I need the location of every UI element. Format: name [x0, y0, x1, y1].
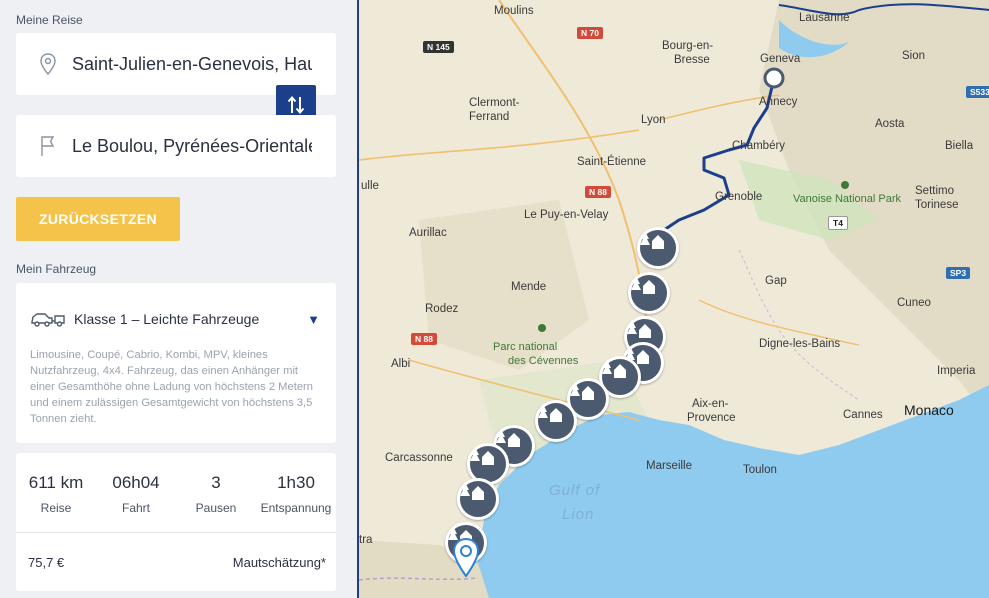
- stats-row: 611 km Reise 06h04 Fahrt 3 Pausen 1h30 Entsp…: [16, 453, 336, 533]
- city-label: Saint-Étienne: [577, 156, 647, 168]
- rest-stop-marker[interactable]: [637, 227, 679, 269]
- campsite-icon: [470, 447, 494, 465]
- city-label: Aurillac: [409, 227, 447, 239]
- reset-button[interactable]: ZURÜCKSETZEN: [16, 197, 180, 241]
- campsite-icon: [570, 382, 594, 400]
- park-label: Parc national: [493, 341, 558, 353]
- campsite-icon: [538, 404, 562, 422]
- vehicle-card: Klasse 1 – Leichte Fahrzeuge ▼ Limousine…: [16, 283, 336, 443]
- city-label: Cannes: [843, 409, 883, 421]
- stat-breaks: 3 Pausen: [176, 453, 256, 532]
- swap-arrows-icon: [287, 95, 305, 115]
- sea-label: Lion: [562, 506, 595, 523]
- flag-icon: [41, 136, 55, 156]
- city-label: Gap: [765, 275, 787, 287]
- stat-relaxation: 1h30 Entspannung: [256, 453, 336, 532]
- road-sign: S533: [966, 86, 989, 98]
- city-label: Provence: [687, 412, 736, 424]
- toll-label: Mautschätzung*: [232, 555, 326, 570]
- road-sign: N 145: [423, 41, 454, 53]
- chevron-down-icon: ▼: [307, 311, 320, 327]
- city-label: Sion: [902, 50, 926, 62]
- road-sign: SP3: [946, 267, 971, 279]
- road-sign: N 88: [411, 333, 437, 345]
- park-label: des Cévennes: [508, 355, 579, 367]
- sea-label: Gulf of: [549, 482, 601, 499]
- stat-label: Reise: [40, 501, 72, 515]
- toll-value: 75,7 €: [28, 555, 65, 570]
- rest-stop-marker[interactable]: [535, 400, 577, 442]
- map-base: [359, 0, 989, 598]
- city-label: Carcassonne: [385, 452, 453, 464]
- rest-stop-marker[interactable]: [457, 478, 499, 520]
- road-sign: N 88: [585, 186, 611, 198]
- city-label: Rodez: [425, 303, 459, 315]
- rest-stop-marker[interactable]: [628, 272, 670, 314]
- stat-value: 06h04: [112, 473, 160, 492]
- start-location-value: Saint-Julien-en-Genevois, Haute-Savoie: [72, 53, 312, 74]
- city-label: tra: [359, 534, 373, 546]
- campsite-icon: [602, 360, 626, 378]
- city-label: Ferrand: [469, 111, 510, 123]
- city-label: Le Puy-en-Velay: [524, 209, 609, 221]
- city-label: Aosta: [875, 118, 905, 130]
- stat-label: Entspannung: [260, 501, 332, 515]
- campsite-icon: [631, 276, 655, 294]
- trip-stats-card: 611 km Reise 06h04 Fahrt 3 Pausen 1h30 Entsp…: [16, 453, 336, 591]
- vehicle-description: Limousine, Coupé, Cabrio, Kombi, MPV, kl…: [30, 349, 313, 425]
- park-label: Vanoise National Park: [793, 193, 902, 205]
- car-trailer-icon: [31, 313, 65, 327]
- city-label: Lausanne: [799, 12, 850, 24]
- destination-pin-icon[interactable]: [453, 538, 479, 578]
- city-label: ulle: [361, 180, 379, 192]
- city-label: Mende: [511, 281, 547, 293]
- city-label: Chambéry: [732, 140, 786, 152]
- route-map[interactable]: Moulins Lausanne Bourg-en- Bresse Geneva…: [359, 0, 989, 598]
- stat-label: Pausen: [195, 501, 237, 515]
- city-label: Imperia: [937, 365, 976, 377]
- stat-distance: 611 km Reise: [16, 453, 96, 532]
- toll-estimate-row: 75,7 € Mautschätzung*: [16, 533, 336, 570]
- location-pin-icon: [40, 53, 56, 75]
- campsite-icon: [460, 482, 484, 500]
- city-label: Grenoble: [715, 191, 763, 203]
- stat-value: 611 km: [28, 473, 84, 492]
- city-label: Settimo: [915, 185, 954, 197]
- destination-value: Le Boulou, Pyrénées-Orientales: [72, 135, 312, 156]
- city-label: Cuneo: [897, 297, 931, 309]
- stat-drive-time: 06h04 Fahrt: [96, 453, 176, 532]
- vehicle-class-select[interactable]: Klasse 1 – Leichte Fahrzeuge ▼: [30, 303, 322, 335]
- campsite-icon: [640, 231, 664, 249]
- road-sign: T4: [828, 216, 848, 230]
- road-sign: N 70: [577, 27, 603, 39]
- city-label: Biella: [945, 140, 974, 152]
- city-label: Torinese: [915, 199, 959, 211]
- campsite-icon: [496, 429, 520, 447]
- city-label: Annecy: [759, 96, 798, 108]
- trip-section-label: Meine Reise: [16, 13, 83, 27]
- city-label: Bresse: [674, 54, 710, 66]
- city-label: Digne-les-Bains: [759, 338, 841, 350]
- city-label: Bourg-en-: [662, 40, 714, 52]
- city-label: Albi: [391, 358, 411, 370]
- city-label: Marseille: [646, 460, 693, 472]
- city-label: Clermont-: [469, 97, 520, 109]
- city-label: Toulon: [743, 464, 777, 476]
- stat-value: 1h30: [277, 473, 315, 492]
- stat-label: Fahrt: [121, 501, 150, 515]
- campsite-icon: [627, 320, 651, 338]
- destination-field[interactable]: Le Boulou, Pyrénées-Orientales: [16, 115, 336, 177]
- route-planner-sidebar: Meine Reise Saint-Julien-en-Genevois, Ha…: [0, 0, 357, 598]
- city-label: Geneva: [760, 53, 801, 65]
- city-label: Aix-en-: [692, 398, 729, 410]
- city-label: Monaco: [904, 402, 954, 418]
- city-label: Moulins: [494, 5, 534, 17]
- city-label: Lyon: [641, 114, 666, 126]
- vehicle-section-label: Mein Fahrzeug: [16, 262, 97, 276]
- stat-value: 3: [211, 473, 221, 492]
- vehicle-class-label: Klasse 1 – Leichte Fahrzeuge: [74, 311, 260, 327]
